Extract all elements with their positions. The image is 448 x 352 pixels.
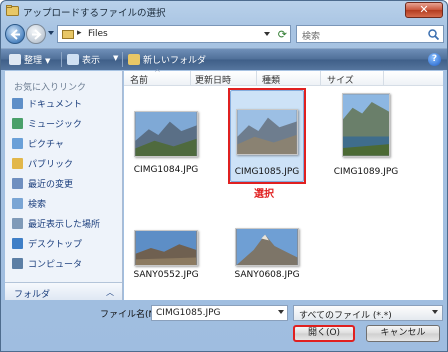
forward-button[interactable] [26, 24, 46, 44]
thumbnail-image [134, 230, 198, 266]
file-name: CIMG1084.JPG [133, 165, 199, 175]
sidebar-item[interactable]: ドキュメント [12, 97, 82, 113]
column-name[interactable]: 名前 [130, 73, 148, 86]
filetype-value: すべてのファイル (*.*) [299, 311, 392, 321]
sidebar-item-label: コンピュータ [28, 260, 83, 270]
close-icon: ✕ [419, 3, 429, 16]
sort-ascending-icon: ^ [154, 68, 161, 77]
new-folder-label: 新しいフォルダ [143, 56, 207, 66]
computer-icon [12, 258, 23, 269]
pictures-icon [12, 138, 23, 149]
view-dropdown-button[interactable]: ▼ [110, 53, 118, 63]
breadcrumb-separator-icon[interactable]: ▸ [77, 28, 82, 38]
new-folder-icon [128, 54, 140, 65]
window-title: アップロードするファイルの選択 [23, 8, 166, 19]
back-button[interactable] [5, 24, 25, 44]
selection-annotation-label: 選択 [254, 189, 274, 200]
history-dropdown-icon[interactable] [48, 31, 54, 36]
sidebar-item[interactable]: ミュージック [12, 117, 82, 133]
refresh-icon[interactable]: ⟳ [278, 28, 287, 41]
file-name: SANY0608.JPG [234, 270, 300, 280]
view-label: 表示 [82, 56, 101, 66]
organize-button[interactable]: 整理 ▼ [9, 53, 50, 66]
search-folder-icon [12, 198, 23, 209]
sidebar-item[interactable]: パブリック [12, 157, 73, 173]
open-button[interactable]: 開く(O) [293, 325, 355, 342]
column-modified[interactable]: 更新日時 [195, 73, 231, 86]
folders-toggle[interactable]: フォルダ ︿ [5, 282, 122, 300]
file-item[interactable]: CIMG1089.JPG [324, 93, 408, 189]
view-icon [67, 54, 79, 65]
sidebar-item[interactable]: コンピュータ [12, 257, 82, 273]
sidebar-item[interactable]: 最近の変更 [12, 177, 73, 193]
file-open-dialog: アップロードするファイルの選択 ✕ ▸ Files ⟳ 検索 整理 ▼ 表示 ▼… [0, 0, 448, 352]
file-item[interactable]: CIMG1084.JPG [124, 93, 208, 189]
recent-changes-icon [12, 178, 23, 189]
arrow-left-icon [10, 29, 20, 40]
documents-icon [12, 98, 23, 109]
filename-field[interactable]: CIMG1085.JPG [151, 305, 288, 321]
thumbnail-image [235, 228, 299, 266]
column-header: 名前 ^ 更新日時 種類 サイズ [124, 68, 443, 86]
sidebar-item-label: 検索 [28, 200, 47, 210]
close-button[interactable]: ✕ [405, 2, 443, 18]
filetype-dropdown-icon [432, 310, 438, 314]
search-box[interactable]: 検索 [296, 25, 444, 43]
cancel-button[interactable]: キャンセル [366, 325, 440, 342]
public-folder-icon [12, 158, 23, 169]
favorite-links-heading: お気に入りリンク [14, 83, 87, 93]
file-name: CIMG1089.JPG [333, 167, 399, 177]
chevron-up-icon: ︿ [106, 288, 114, 297]
sidebar-item[interactable]: デスクトップ [12, 237, 82, 253]
music-icon [12, 118, 23, 129]
organize-label: 整理 [24, 56, 43, 66]
desktop-icon [12, 238, 23, 249]
filename-value: CIMG1085.JPG [156, 308, 221, 318]
command-toolbar: 整理 ▼ 表示 ▼ 新しいフォルダ ? [1, 48, 447, 70]
sidebar-item[interactable]: ピクチャ [12, 137, 64, 153]
search-icon[interactable] [428, 29, 439, 40]
column-size[interactable]: サイズ [327, 73, 354, 86]
file-name: SANY0552.JPG [133, 270, 199, 280]
arrow-right-icon [32, 29, 42, 40]
sidebar-item-label: ドキュメント [28, 100, 83, 110]
sidebar-item-label: ミュージック [28, 120, 82, 130]
address-dropdown-icon[interactable] [264, 32, 270, 36]
thumbnail-image [342, 93, 390, 157]
thumbnail-image [134, 111, 198, 157]
recent-places-icon [12, 218, 23, 229]
address-bar[interactable]: ▸ Files ⟳ [57, 25, 291, 43]
navigation-row: ▸ Files ⟳ 検索 [1, 22, 447, 46]
organize-icon [9, 54, 21, 65]
dialog-folder-icon [6, 5, 19, 16]
sidebar-item-label: 最近の変更 [28, 180, 74, 190]
search-input[interactable]: 検索 [302, 29, 320, 42]
title-bar: アップロードするファイルの選択 ✕ [1, 1, 447, 21]
sidebar-item[interactable]: 検索 [12, 197, 46, 213]
favorite-links-pane: お気に入りリンク ドキュメント ミュージック ピクチャパブリック最近の変更検索最近表… [5, 71, 123, 300]
file-list-pane: 名前 ^ 更新日時 種類 サイズ CIMG1084.JPG CIMG1085.J… [124, 68, 443, 300]
sidebar-item[interactable]: 最近表示した場所 [12, 217, 100, 233]
folders-label: フォルダ [14, 290, 51, 300]
filetype-select[interactable]: すべてのファイル (*.*) [293, 305, 443, 321]
filename-dropdown-icon[interactable] [278, 310, 284, 314]
breadcrumb-current[interactable]: Files [88, 29, 108, 39]
help-icon[interactable]: ? [428, 53, 441, 66]
selection-annotation-box [228, 88, 306, 184]
folder-icon [62, 30, 74, 39]
new-folder-button[interactable]: 新しいフォルダ [128, 53, 206, 66]
column-type[interactable]: 種類 [262, 73, 280, 86]
sidebar-item-label: デスクトップ [28, 240, 83, 250]
view-button[interactable]: 表示 [67, 53, 100, 66]
sidebar-item-label: ピクチャ [28, 140, 64, 150]
sidebar-item-label: パブリック [28, 160, 74, 170]
sidebar-item-label: 最近表示した場所 [28, 220, 101, 230]
